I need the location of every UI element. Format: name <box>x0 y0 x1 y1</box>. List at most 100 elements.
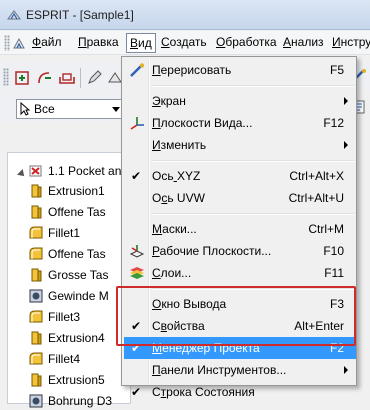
view-menu-item-2[interactable]: Экран <box>124 90 356 112</box>
toolbar-grip[interactable] <box>3 68 9 86</box>
tree-item[interactable]: Extrusion1 <box>28 181 128 201</box>
select-cursor-icon <box>20 102 30 116</box>
tree-item[interactable]: Grosse Tas <box>28 265 128 285</box>
extrusion-feature-icon <box>28 330 44 346</box>
submenu-arrow-icon <box>344 141 348 149</box>
menu-item-shortcut: F11 <box>324 266 344 280</box>
window-title: ESPRIT - [Sample1] <box>26 8 134 22</box>
menu-machining[interactable]: Обработка <box>216 35 277 49</box>
menu-item-shortcut: F12 <box>323 116 344 130</box>
view-menu-item-17[interactable]: ✔ Строка Состояния <box>124 381 356 403</box>
menu-item-shortcut: Ctrl+M <box>308 222 344 236</box>
selection-filter-combo[interactable]: Все <box>16 99 124 119</box>
view-menu-item-3[interactable]: Плоскости Вида... F12 <box>124 112 356 134</box>
view-menu-item-16[interactable]: Панели Инструментов... <box>124 359 356 381</box>
tree-item-label: Extrusion1 <box>48 184 105 198</box>
tree-item[interactable]: Extrusion5 <box>28 370 128 390</box>
menu-create[interactable]: Создать <box>161 35 207 49</box>
menu-view[interactable]: Вид <box>126 33 156 53</box>
tree-item[interactable]: Bohrung D3 <box>28 391 128 410</box>
menu-item-label: Слои... <box>152 266 192 280</box>
menu-item-label: Изменить <box>152 138 207 152</box>
menu-file[interactable]: Файл <box>32 35 62 49</box>
tree-item-label: Grosse Tas <box>48 268 109 282</box>
esprit-app-icon <box>7 10 21 20</box>
work-planes-icon <box>129 243 145 259</box>
menu-item-label: Плоскости Вида... <box>152 116 253 130</box>
menu-item-label: Маски... <box>152 222 197 236</box>
menu-separator <box>152 160 354 161</box>
tree-item[interactable]: Fillet3 <box>28 307 128 327</box>
menu-item-label: Панели Инструментов... <box>152 363 287 377</box>
tree-item-label: Bohrung D3 <box>48 394 113 408</box>
app-window: ESPRIT - [Sample1] Файл Правка Вид Созда… <box>0 0 370 410</box>
tree-item-label: Extrusion4 <box>48 331 105 345</box>
menu-tools[interactable]: Инстру <box>332 35 370 49</box>
extrusion-feature-icon <box>28 267 44 283</box>
view-menu-item-4[interactable]: Изменить <box>124 134 356 156</box>
fillet-feature-icon <box>28 246 44 262</box>
new-feature-icon[interactable] <box>14 69 32 87</box>
menu-separator <box>152 213 354 214</box>
document-menu-icon[interactable] <box>12 36 26 50</box>
menu-item-label: Ось UVW <box>152 191 205 205</box>
project-manager-tree: 1.1 Pocket and Extrusion1 Offene Tas Fille… <box>7 152 132 408</box>
tree-item-label: Fillet1 <box>48 226 81 240</box>
toolbar-separator <box>80 68 81 88</box>
menu-bar: Файл Правка Вид Создать Обработка Анализ… <box>0 31 370 55</box>
extrusion-feature-icon <box>28 204 44 220</box>
pocket-feature-icon[interactable] <box>58 69 76 87</box>
menu-item-label: Рабочие Плоскости... <box>152 244 272 258</box>
tree-item[interactable]: Gewinde M <box>28 286 128 306</box>
menu-item-label: Строка Состояния <box>152 385 255 399</box>
menubar-grip[interactable] <box>4 35 10 51</box>
hole-feature-icon <box>28 393 44 409</box>
fillet-feature-icon <box>28 351 44 367</box>
collapse-arrow-icon[interactable] <box>17 169 27 179</box>
tree-root-label: 1.1 Pocket and <box>48 164 129 178</box>
layers-icon <box>129 265 145 281</box>
tree-item[interactable]: Extrusion4 <box>28 328 128 348</box>
view-menu-item-10[interactable]: Рабочие Плоскости... F10 <box>124 240 356 262</box>
tree-item[interactable]: Offene Tas <box>28 244 128 264</box>
annotation-highlight-box <box>116 286 356 346</box>
view-menu-item-6[interactable]: ✔ Ось XYZ Ctrl+Alt+X <box>124 165 356 187</box>
menu-item-shortcut: Ctrl+Alt+X <box>289 169 344 183</box>
view-menu-item-7[interactable]: Ось UVW Ctrl+Alt+U <box>124 187 356 209</box>
tree-item[interactable]: Fillet4 <box>28 349 128 369</box>
menu-item-label: Экран <box>152 94 186 108</box>
edit-tool-icon[interactable] <box>86 69 104 87</box>
checkmark-icon: ✔ <box>131 385 142 399</box>
part-icon <box>29 165 42 177</box>
arc-feature-icon[interactable] <box>36 69 54 87</box>
view-menu-item-9[interactable]: Маски... Ctrl+M <box>124 218 356 240</box>
tree-item[interactable]: Offene Tas <box>28 202 128 222</box>
submenu-arrow-icon <box>344 97 348 105</box>
submenu-arrow-icon <box>344 366 348 374</box>
menu-edit[interactable]: Правка <box>78 35 119 49</box>
view-menu-item-11[interactable]: Слои... F11 <box>124 262 356 284</box>
view-menu-item-0[interactable]: Перерисовать F5 <box>124 59 356 81</box>
extrusion-feature-icon <box>28 372 44 388</box>
tree-item-label: Fillet3 <box>48 310 81 324</box>
chevron-down-icon <box>112 107 120 112</box>
tree-item-label: Offene Tas <box>48 247 106 261</box>
menu-separator <box>152 85 354 86</box>
view-planes-icon <box>129 115 145 131</box>
extrusion-feature-icon <box>28 183 44 199</box>
title-bar: ESPRIT - [Sample1] <box>0 0 370 30</box>
tree-item-label: Offene Tas <box>48 205 106 219</box>
checkmark-icon: ✔ <box>131 169 142 183</box>
redraw-icon <box>129 62 145 78</box>
tree-root[interactable]: 1.1 Pocket and <box>12 161 132 181</box>
tree-item-label: Gewinde M <box>48 289 109 303</box>
menu-item-label: Перерисовать <box>152 63 232 77</box>
menu-analysis[interactable]: Анализ <box>283 35 324 49</box>
tree-item-label: Fillet4 <box>48 352 81 366</box>
tree-item[interactable]: Fillet1 <box>28 223 128 243</box>
menu-item-shortcut: Ctrl+Alt+U <box>288 191 344 205</box>
menu-item-shortcut: F5 <box>329 63 344 77</box>
selection-filter-value: Все <box>34 102 55 116</box>
hole-feature-icon <box>28 288 44 304</box>
menu-item-label: Ось XYZ <box>152 169 201 183</box>
